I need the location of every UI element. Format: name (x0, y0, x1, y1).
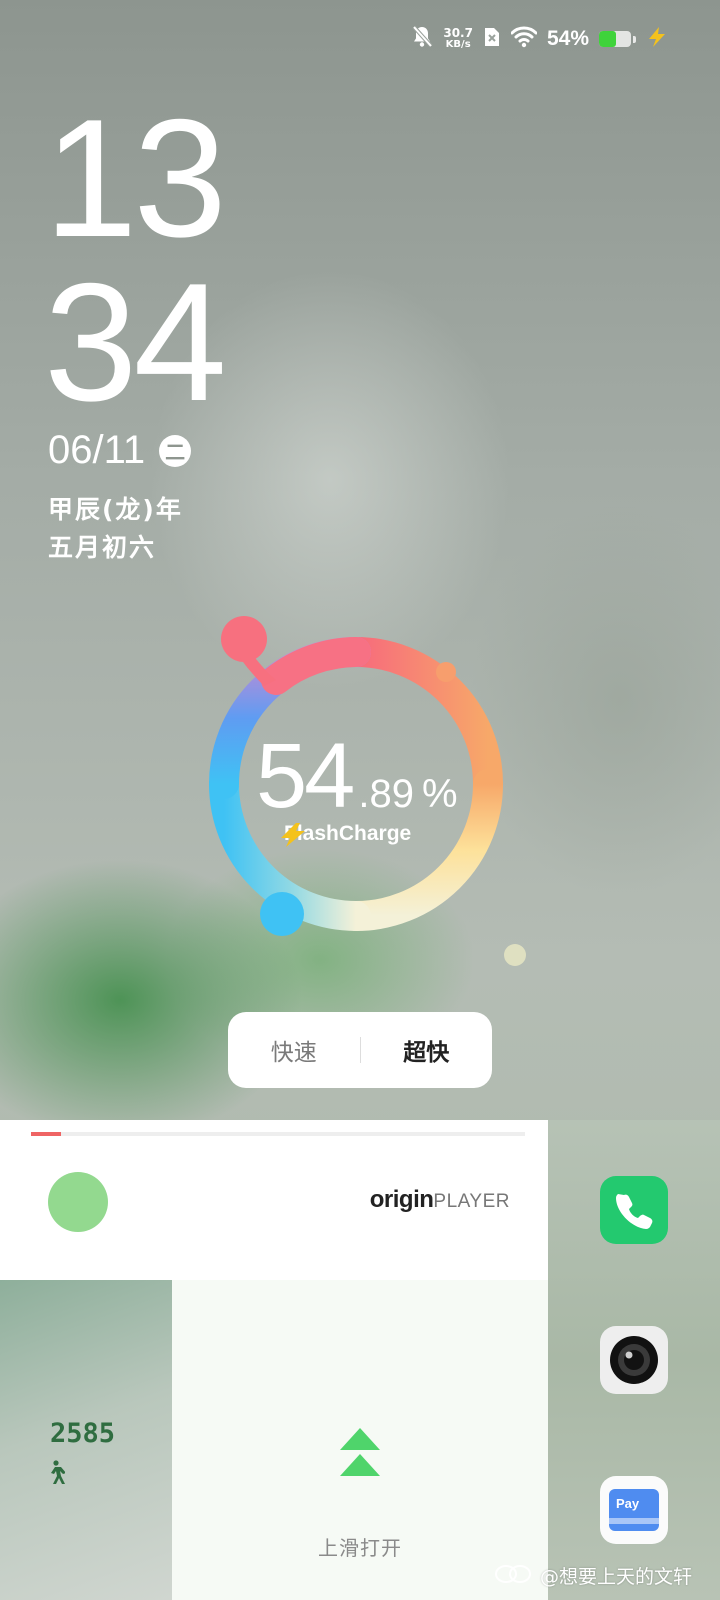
phone-app-icon[interactable] (600, 1176, 668, 1244)
mode-option-super-fast[interactable]: 超快 (361, 1033, 493, 1067)
charge-percent-int: 54 (256, 725, 355, 827)
swipe-up-label: 上滑打开 (318, 1536, 402, 1560)
pay-label: Pay (616, 1496, 640, 1511)
mode-option-fast[interactable]: 快速 (228, 1033, 360, 1067)
logo-text-bold: origin (369, 1186, 434, 1213)
music-player-widget[interactable]: origin PLAYER (0, 1120, 548, 1280)
camera-app-icon[interactable] (600, 1326, 668, 1394)
playback-progress-track[interactable] (31, 1132, 525, 1136)
battery-icon (599, 31, 631, 47)
charge-mode-selector: 快速 超快 (228, 1012, 492, 1088)
step-count: 2585 (50, 1418, 116, 1449)
app-dock: Pay (548, 1120, 720, 1600)
sim-off-icon (483, 26, 501, 52)
walking-icon (45, 1460, 66, 1490)
origin-player-logo: origin PLAYER (370, 1186, 510, 1214)
album-art[interactable] (48, 1172, 108, 1232)
watermark-text: @想要上天的文轩 (539, 1566, 692, 1588)
clock-hour: 13 (44, 84, 227, 272)
flashcharge-label: FlashCharge (278, 822, 411, 847)
status-bar: 30.7 KB/s 54% (411, 24, 668, 54)
net-speed-unit: KB/s (445, 39, 471, 50)
ring-bottom-bubble (260, 892, 304, 936)
weibo-logo-icon (494, 1562, 534, 1589)
clock-minute: 34 (44, 248, 227, 436)
lunar-day: 五月初六 (48, 533, 157, 562)
step-counter-widget[interactable]: 2585 (0, 1280, 172, 1600)
charging-bolt-icon (646, 26, 668, 52)
decorative-dot (504, 944, 526, 966)
date-row: 06/11 二 (48, 428, 192, 473)
ring-top-bubble (221, 616, 267, 662)
battery-fill (599, 31, 617, 47)
charge-percent-unit: % (421, 772, 458, 816)
mute-bell-icon (411, 25, 433, 53)
net-speed: 30.7 KB/s (443, 26, 473, 50)
charge-percent-decimal: .89 (358, 772, 414, 816)
wifi-icon (510, 26, 538, 52)
lunar-year: 甲辰(龙)年 (48, 495, 183, 524)
charging-indicator: 54 .89 % FlashCharge (206, 612, 506, 942)
swipe-up-area[interactable]: 上滑打开 (172, 1280, 548, 1600)
charge-percentage: 54 .89 % (256, 724, 458, 829)
playback-progress-fill (31, 1132, 61, 1136)
weekday-badge: 二 (159, 434, 192, 467)
date-text: 06/11 (48, 428, 146, 472)
pay-app-icon[interactable]: Pay (600, 1476, 668, 1544)
logo-text-light: PLAYER (433, 1191, 510, 1212)
battery-percent: 54% (546, 27, 589, 50)
net-speed-value: 30.7 (443, 26, 473, 40)
watermark: @想要上天的文轩 (494, 1562, 692, 1589)
double-chevron-up-icon (338, 1426, 382, 1484)
battery-tip (633, 35, 636, 43)
